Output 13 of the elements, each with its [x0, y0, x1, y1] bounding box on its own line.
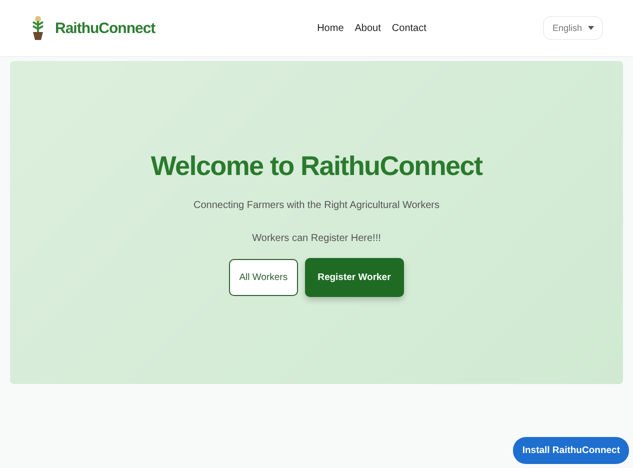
brand-name[interactable]: RaithuConnect — [55, 20, 156, 36]
language-select[interactable]: English — [543, 16, 603, 40]
plant-pot-icon — [30, 15, 46, 41]
nav-link[interactable]: Home — [317, 22, 344, 34]
all-workers-button[interactable]: All Workers — [229, 259, 298, 296]
nav-link[interactable]: Contact — [392, 22, 426, 34]
register-worker-button[interactable]: Register Worker — [304, 258, 404, 297]
register-note: Workers can Register Here!!! — [252, 233, 381, 244]
hero-subtitle: Connecting Farmers with the Right Agricultural Workers — [193, 200, 440, 211]
install-button[interactable]: Install RaithuConnect — [513, 437, 629, 464]
caret-icon — [588, 26, 594, 30]
hero-title: Welcome to RaithuConnect — [150, 151, 482, 182]
nav-link[interactable]: About — [354, 22, 381, 34]
